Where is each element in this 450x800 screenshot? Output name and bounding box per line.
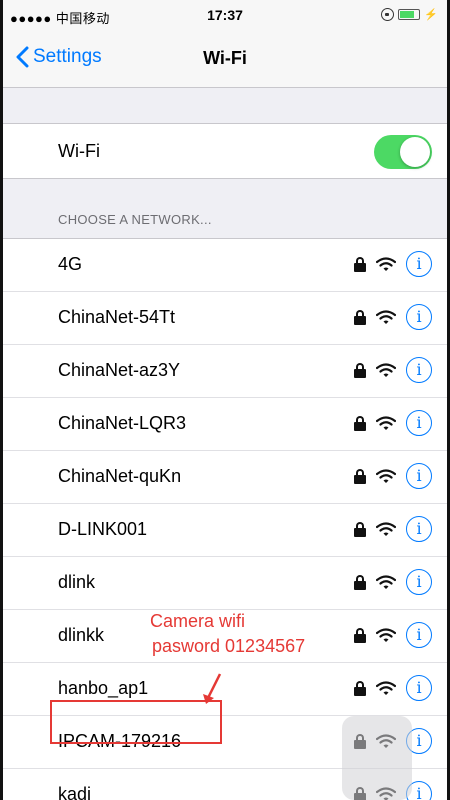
wifi-signal-icon bbox=[376, 627, 396, 642]
wifi-signal-icon bbox=[376, 468, 396, 483]
network-name: kadi bbox=[58, 784, 92, 800]
wifi-signal-icon bbox=[376, 521, 396, 536]
wifi-signal-icon bbox=[376, 256, 396, 271]
lock-icon bbox=[354, 574, 366, 590]
network-name: hanbo_ap1 bbox=[58, 678, 149, 698]
wifi-toggle-row: Wi-Fi bbox=[0, 123, 450, 179]
network-name: ChinaNet-quKn bbox=[58, 466, 182, 486]
page-title: Wi-Fi bbox=[203, 48, 247, 68]
network-icons: i bbox=[354, 357, 432, 383]
lock-icon bbox=[354, 362, 366, 378]
status-icons: ⚡ bbox=[381, 8, 438, 21]
network-icons: i bbox=[354, 410, 432, 436]
wifi-signal-icon bbox=[376, 362, 396, 377]
charging-icon: ⚡ bbox=[424, 9, 438, 21]
network-icons: i bbox=[354, 675, 432, 701]
info-button[interactable]: i bbox=[406, 622, 432, 648]
annotation-arrow-icon bbox=[203, 673, 222, 704]
lock-icon bbox=[354, 521, 366, 537]
lock-icon bbox=[354, 256, 366, 272]
network-row[interactable]: ChinaNet-quKn i bbox=[0, 451, 450, 504]
orientation-lock-icon bbox=[381, 8, 395, 21]
network-name: dlinkk bbox=[58, 625, 105, 645]
network-row[interactable]: 4G i bbox=[0, 239, 450, 292]
section-header: CHOOSE A NETWORK... bbox=[58, 212, 212, 227]
info-button[interactable]: i bbox=[406, 304, 432, 330]
network-name: 4G bbox=[58, 254, 83, 274]
lock-icon bbox=[354, 680, 366, 696]
network-icons: i bbox=[354, 463, 432, 489]
wifi-signal-icon bbox=[376, 680, 396, 695]
network-row[interactable]: dlink i bbox=[0, 557, 450, 610]
navigation-bar: Settings Wi-Fi bbox=[0, 32, 450, 88]
lock-icon bbox=[354, 627, 366, 643]
assistive-touch-button[interactable] bbox=[342, 716, 412, 800]
network-name: ChinaNet-54Tt bbox=[58, 307, 176, 327]
network-name: IPCAM-179216 bbox=[58, 731, 182, 751]
lock-icon bbox=[354, 468, 366, 484]
annotation-line-1: Camera wifi bbox=[150, 611, 246, 631]
wifi-toggle[interactable] bbox=[374, 135, 432, 169]
network-name: ChinaNet-az3Y bbox=[58, 360, 181, 380]
wifi-label: Wi-Fi bbox=[58, 141, 100, 161]
lock-icon bbox=[354, 415, 366, 431]
status-bar: ●●●●● 中国移动 17:37 ⚡ bbox=[0, 0, 450, 32]
network-row[interactable]: ChinaNet-54Tt i bbox=[0, 292, 450, 345]
annotation-line-2: pasword 01234567 bbox=[150, 636, 308, 656]
annotation-text: Camera wifi pasword 01234567 bbox=[150, 609, 308, 659]
network-icons: i bbox=[354, 251, 432, 277]
network-icons: i bbox=[354, 304, 432, 330]
network-icons: i bbox=[354, 516, 432, 542]
info-button[interactable]: i bbox=[406, 675, 432, 701]
network-name: ChinaNet-LQR3 bbox=[58, 413, 187, 433]
network-row[interactable]: D-LINK001 i bbox=[0, 504, 450, 557]
wifi-signal-icon bbox=[376, 309, 396, 324]
lock-icon bbox=[354, 309, 366, 325]
network-icons: i bbox=[354, 569, 432, 595]
info-button[interactable]: i bbox=[406, 463, 432, 489]
wifi-signal-icon bbox=[376, 415, 396, 430]
info-button[interactable]: i bbox=[406, 251, 432, 277]
network-name: dlink bbox=[58, 572, 96, 592]
network-name: D-LINK001 bbox=[58, 519, 148, 539]
network-row[interactable]: ChinaNet-LQR3 i bbox=[0, 398, 450, 451]
info-button[interactable]: i bbox=[406, 569, 432, 595]
network-icons: i bbox=[354, 622, 432, 648]
wifi-signal-icon bbox=[376, 574, 396, 589]
info-button[interactable]: i bbox=[406, 357, 432, 383]
info-button[interactable]: i bbox=[406, 516, 432, 542]
info-button[interactable]: i bbox=[406, 410, 432, 436]
battery-icon bbox=[398, 9, 421, 20]
network-row[interactable]: ChinaNet-az3Y i bbox=[0, 345, 450, 398]
network-row[interactable]: hanbo_ap1 i bbox=[0, 663, 450, 716]
